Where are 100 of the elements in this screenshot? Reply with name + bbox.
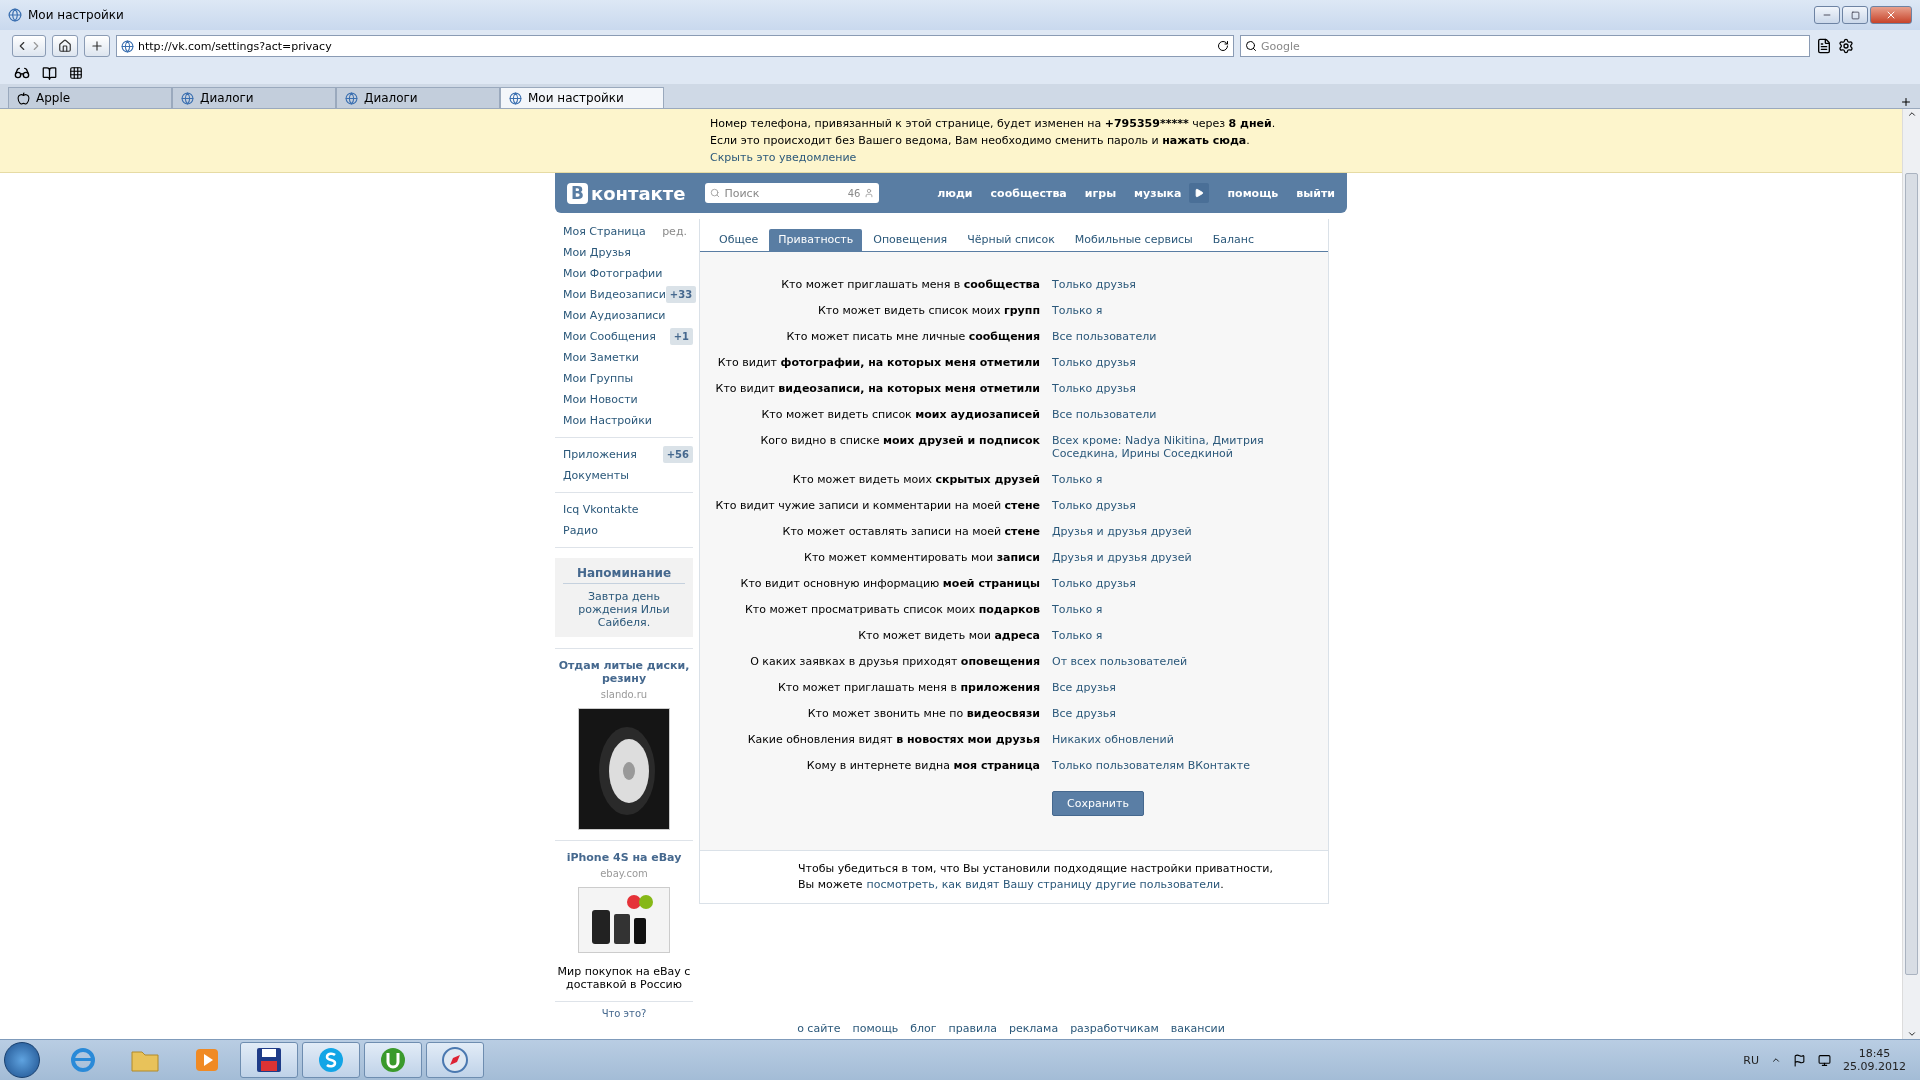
- sidebar-item[interactable]: Icq Vkontakte: [563, 503, 639, 516]
- setting-label: Кто может звонить мне по видеосвязи: [806, 707, 1040, 720]
- clock-time: 18:45: [1858, 1047, 1891, 1060]
- setting-value[interactable]: Только друзья: [1052, 356, 1292, 369]
- count-badge: +1: [669, 328, 693, 345]
- sidebar-item[interactable]: Мои Сообщения: [563, 330, 656, 343]
- ad-domain: slando.ru: [600, 689, 648, 700]
- sidebar-item[interactable]: Мои Аудиозаписи: [563, 309, 666, 322]
- setting-value[interactable]: Друзья и друзья друзей: [1052, 551, 1292, 564]
- setting-value[interactable]: Только пользователям ВКонтакте: [1052, 759, 1292, 772]
- setting-label: О каких заявках в друзья приходят оповещения: [749, 655, 1040, 668]
- setting-value[interactable]: Только я: [1052, 304, 1292, 317]
- setting-label: Кто может приглашать меня в приложения: [776, 681, 1040, 694]
- language-indicator[interactable]: RU: [1743, 1053, 1759, 1067]
- setting-value[interactable]: Друзья и друзья друзей: [1052, 525, 1292, 538]
- setting-label: Какие обновления видят в новостях мои друзья: [746, 733, 1040, 746]
- reminder-title: Напоминание: [563, 566, 685, 584]
- sidebar-item[interactable]: Документы: [563, 469, 629, 482]
- logo-text[interactable]: контакте: [591, 182, 686, 204]
- browser-tab[interactable]: Apple: [8, 87, 172, 108]
- settings-tab[interactable]: Общее: [710, 229, 768, 251]
- logo-mark[interactable]: В: [567, 182, 588, 204]
- address-field[interactable]: http://vk.com/settings?act=privacy: [116, 35, 1234, 57]
- browser-tab[interactable]: Диалоги: [336, 87, 500, 108]
- sidebar-item[interactable]: Мои Группы: [563, 372, 634, 385]
- setting-value[interactable]: Все пользователи: [1052, 408, 1292, 421]
- sidebar-item[interactable]: Мои Заметки: [563, 351, 639, 364]
- hide-notice-link[interactable]: Скрыть это уведомление: [710, 151, 857, 164]
- browser-tab[interactable]: Мои настройки: [500, 87, 664, 108]
- settings-tab[interactable]: Оповещения: [864, 229, 957, 251]
- ad-title[interactable]: Отдам литые диски, резину: [555, 659, 693, 685]
- notice-text: Если это происходит без Вашего ведома, Вам необходимо сменить пароль и нажать сюда.: [710, 134, 1251, 147]
- setting-value[interactable]: Все пользователи: [1052, 330, 1292, 343]
- sidebar-item[interactable]: Мои Настройки: [563, 414, 652, 427]
- sidebar-item[interactable]: Моя Страница: [563, 225, 646, 238]
- setting-value[interactable]: Только друзья: [1052, 577, 1292, 590]
- settings-tab[interactable]: Чёрный список: [958, 229, 1064, 251]
- sidebar-item[interactable]: Радио: [563, 524, 598, 537]
- nav-link[interactable]: помощь: [1227, 186, 1279, 200]
- setting-value[interactable]: Только друзья: [1052, 278, 1292, 291]
- setting-label: Кому в интернете видна моя страница: [805, 759, 1040, 772]
- sidebar-item[interactable]: Приложения: [563, 448, 637, 461]
- save-button[interactable]: Сохранить: [1052, 791, 1144, 816]
- setting-label: Кто может оставлять записи на моей стене: [781, 525, 1040, 538]
- setting-value[interactable]: Только я: [1052, 603, 1292, 616]
- setting-label: Кто может комментировать мои записи: [803, 551, 1040, 564]
- setting-value[interactable]: Никаких обновлений: [1052, 733, 1292, 746]
- nav-link[interactable]: выйти: [1296, 186, 1335, 200]
- settings-tab[interactable]: Баланс: [1203, 229, 1264, 251]
- nav-link[interactable]: игры: [1084, 186, 1117, 200]
- setting-value[interactable]: Только друзья: [1052, 382, 1292, 395]
- setting-label: Кто видит видеозаписи, на которых меня отметили: [714, 382, 1040, 395]
- clock-date: 25.09.2012: [1843, 1060, 1906, 1073]
- setting-label: Кто может писать мне личные сообщения: [785, 330, 1040, 343]
- setting-value[interactable]: От всех пользователей: [1052, 655, 1292, 668]
- setting-value[interactable]: Только я: [1052, 629, 1292, 642]
- setting-label: Кто видит основную информацию моей страницы: [739, 577, 1040, 590]
- nav-link[interactable]: люди: [937, 186, 973, 200]
- ads-help-link[interactable]: Что это?: [555, 1001, 693, 1019]
- edit-link[interactable]: ред.: [662, 225, 687, 238]
- setting-label: Кто может видеть мои адреса: [857, 629, 1040, 642]
- footer-link[interactable]: правила: [948, 1022, 997, 1035]
- setting-value[interactable]: Все друзья: [1052, 707, 1292, 720]
- reminder-text[interactable]: Завтра день рождения Ильи Сайбеля.: [563, 590, 685, 629]
- count-badge: +33: [665, 286, 697, 303]
- setting-label: Кто может просматривать список моих подарков: [744, 603, 1040, 616]
- setting-label: Кого видно в списке моих друзей и подписок: [759, 434, 1040, 449]
- footer-link[interactable]: блог: [910, 1022, 937, 1035]
- setting-label: Кто видит чужие записи и комментарии на моей стене: [714, 499, 1040, 512]
- ad-title[interactable]: iPhone 4S на eBay: [566, 851, 682, 864]
- footer-link[interactable]: вакансии: [1170, 1022, 1225, 1035]
- setting-label: Кто может видеть моих скрытых друзей: [791, 473, 1040, 486]
- settings-tab[interactable]: Приватность: [769, 229, 863, 251]
- ad-caption: Мир покупок на eBay с доставкой в Россию: [556, 965, 692, 991]
- sidebar-item[interactable]: Мои Фотографии: [563, 267, 663, 280]
- setting-label: Кто может видеть список моих групп: [817, 304, 1040, 317]
- window-title: Мои настройки: [28, 8, 125, 22]
- note-text: Чтобы убедиться в том, что Вы установили подходящие настройки приватности,: [798, 862, 1274, 875]
- sidebar-item[interactable]: Мои Друзья: [563, 246, 631, 259]
- footer-link[interactable]: реклама: [1008, 1022, 1059, 1035]
- footer-link[interactable]: разработчикам: [1070, 1022, 1159, 1035]
- setting-label: Кто видит фотографии, на которых меня отметили: [716, 356, 1040, 369]
- nav-link[interactable]: сообщества: [990, 186, 1067, 200]
- search-field[interactable]: Поиск 46: [705, 183, 880, 203]
- footer-link[interactable]: помощь: [852, 1022, 899, 1035]
- note-text: .: [1220, 878, 1224, 891]
- setting-label: Кто может видеть список моих аудиозаписей: [760, 408, 1040, 421]
- sidebar-item[interactable]: Мои Новости: [563, 393, 638, 406]
- setting-value[interactable]: Только я: [1052, 473, 1292, 486]
- ad-domain: ebay.com: [600, 868, 648, 879]
- setting-value[interactable]: Только друзья: [1052, 499, 1292, 512]
- search-field[interactable]: Google: [1240, 35, 1810, 57]
- nav-link[interactable]: музыка: [1134, 186, 1182, 200]
- sidebar-item[interactable]: Мои Видеозаписи: [563, 288, 666, 301]
- footer-link[interactable]: о сайте: [797, 1022, 841, 1035]
- browser-tab[interactable]: Диалоги: [172, 87, 336, 108]
- setting-value[interactable]: Все друзья: [1052, 681, 1292, 694]
- setting-label: Кто может приглашать меня в сообщества: [780, 278, 1040, 291]
- setting-value[interactable]: Всех кроме: Nadya Nikitina, Дмитрия Соседкина, Ирины Соседкиной: [1052, 434, 1292, 460]
- settings-tab[interactable]: Мобильные сервисы: [1065, 229, 1202, 251]
